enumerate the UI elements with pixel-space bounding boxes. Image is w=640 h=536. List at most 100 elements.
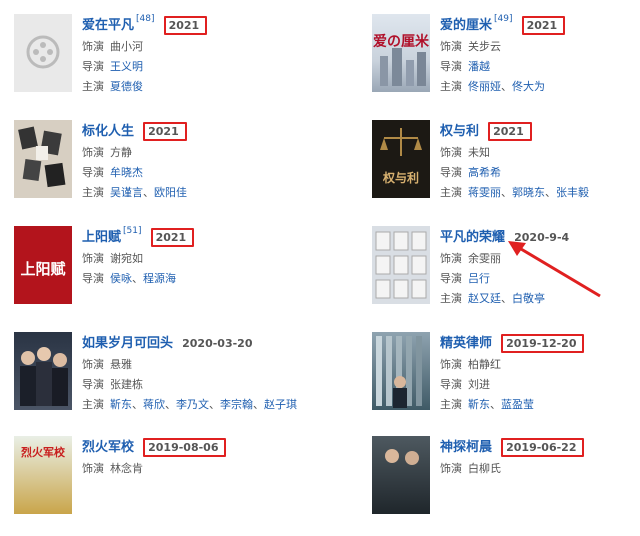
drama-title[interactable]: 上阳赋	[82, 230, 121, 245]
release-date: 2020-03-20	[182, 337, 253, 350]
cast-link[interactable]: 赵又廷	[468, 292, 501, 305]
release-date: 2019-08-06	[143, 438, 227, 457]
release-date: 2021	[488, 122, 532, 141]
poster-art: 上阳赋	[20, 260, 65, 278]
poster-art: 权与利	[380, 128, 422, 185]
reference-superscript[interactable]: [49]	[494, 14, 512, 24]
cast-label: 主演	[440, 186, 462, 199]
director-label: 导演	[440, 378, 462, 391]
director-link[interactable]: 牟晓杰	[110, 166, 143, 179]
release-date: 2021	[521, 16, 566, 35]
director-link[interactable]: 高希希	[468, 166, 501, 179]
director-name: 刘进	[468, 378, 490, 391]
director-label: 导演	[82, 378, 104, 391]
writer-label: 饰演	[82, 462, 104, 475]
director-label: 导演	[440, 60, 462, 73]
cast-label: 主演	[82, 80, 104, 93]
poster-art: 烈火军校	[21, 445, 66, 459]
cast-label: 主演	[440, 80, 462, 93]
poster-art: 爱の厘米	[373, 33, 430, 86]
writer-name: 方静	[110, 146, 132, 159]
poster-art	[20, 347, 68, 406]
cast-link[interactable]: 蓝盈莹	[501, 398, 534, 411]
writer-name: 悬雅	[110, 358, 132, 371]
cast-link[interactable]: 郭晓东	[512, 186, 545, 199]
poster-image[interactable]	[372, 436, 430, 514]
drama-title[interactable]: 平凡的荣耀	[440, 230, 505, 245]
writer-name: 未知	[468, 146, 490, 159]
release-date: 2021	[143, 122, 187, 141]
release-date: 2019-12-20	[501, 334, 585, 353]
annotation-arrow-icon	[508, 241, 601, 298]
drama-title[interactable]: 标化人生	[82, 124, 134, 139]
poster-art	[376, 336, 422, 408]
cast-link[interactable]: 夏德俊	[110, 80, 143, 93]
poster-title-text: 权与利	[382, 170, 419, 185]
cast-link[interactable]: 张丰毅	[556, 186, 589, 199]
cast-link[interactable]: 赵子琪	[264, 398, 297, 411]
poster-image[interactable]: 上阳赋	[14, 226, 72, 304]
poster-art	[385, 449, 419, 465]
cast-link[interactable]: 佟大为	[512, 80, 545, 93]
cast-label: 主演	[82, 398, 104, 411]
director-link[interactable]: 侯咏	[110, 272, 132, 285]
cast-label: 主演	[82, 186, 104, 199]
drama-title[interactable]: 神探柯晨	[440, 440, 492, 455]
director-link[interactable]: 程源海	[143, 272, 176, 285]
poster-image[interactable]: 权与利	[372, 120, 430, 198]
writer-label: 饰演	[82, 146, 104, 159]
release-date: 2021	[150, 228, 195, 247]
poster-title-text: 上阳赋	[20, 260, 65, 278]
film-reel-icon	[26, 35, 60, 69]
drama-title[interactable]: 精英律师	[440, 336, 492, 351]
director-label: 导演	[440, 166, 462, 179]
writer-name: 柏静红	[468, 358, 501, 371]
poster-image[interactable]	[372, 226, 430, 304]
director-link[interactable]: 王义明	[110, 60, 143, 73]
drama-title[interactable]: 权与利	[440, 124, 479, 139]
cast-link[interactable]: 佟丽娅	[468, 80, 501, 93]
cast-link[interactable]: 李宗翰	[220, 398, 253, 411]
writer-name: 曲小河	[110, 40, 143, 53]
director-name: 张建栋	[110, 378, 143, 391]
director-label: 导演	[82, 166, 104, 179]
cast-link[interactable]: 李乃文	[176, 398, 209, 411]
cast-link[interactable]: 靳东	[110, 398, 132, 411]
reference-superscript[interactable]: [48]	[136, 14, 154, 24]
poster-art	[375, 231, 427, 299]
writer-name: 白柳氏	[468, 462, 501, 475]
poster-title-text: 爱の厘米	[373, 33, 430, 50]
drama-title[interactable]: 如果岁月可回头	[82, 336, 173, 351]
poster-image[interactable]	[14, 120, 72, 198]
writer-name: 谢宛如	[110, 252, 143, 265]
writer-name: 余雯丽	[468, 252, 501, 265]
writer-label: 饰演	[82, 252, 104, 265]
reference-superscript[interactable]: [51]	[123, 226, 141, 236]
cast-label: 主演	[440, 398, 462, 411]
cast-label: 主演	[440, 292, 462, 305]
poster-title-text: 烈火军校	[21, 445, 66, 459]
writer-name: 林念肯	[110, 462, 143, 475]
poster-image[interactable]	[372, 332, 430, 410]
writer-label: 饰演	[440, 40, 462, 53]
director-link[interactable]: 吕行	[468, 272, 490, 285]
poster-image[interactable]: 烈火军校	[14, 436, 72, 514]
director-label: 导演	[440, 272, 462, 285]
cast-link[interactable]: 欧阳佳	[154, 186, 187, 199]
writer-name: 关步云	[468, 40, 501, 53]
cast-link[interactable]: 靳东	[468, 398, 490, 411]
poster-image[interactable]	[14, 332, 72, 410]
cast-link[interactable]: 蒋雯丽	[468, 186, 501, 199]
director-label: 导演	[82, 60, 104, 73]
poster-placeholder[interactable]	[14, 14, 72, 92]
poster-image[interactable]: 爱の厘米	[372, 14, 430, 92]
director-link[interactable]: 潘越	[468, 60, 490, 73]
writer-label: 饰演	[440, 358, 462, 371]
cast-link[interactable]: 吴谨言	[110, 186, 143, 199]
poster-art	[18, 126, 66, 188]
writer-label: 饰演	[440, 462, 462, 475]
drama-title[interactable]: 烈火军校	[82, 440, 134, 455]
drama-title[interactable]: 爱在平凡	[82, 18, 134, 33]
cast-link[interactable]: 蒋欣	[143, 398, 165, 411]
drama-title[interactable]: 爱的厘米	[440, 18, 492, 33]
